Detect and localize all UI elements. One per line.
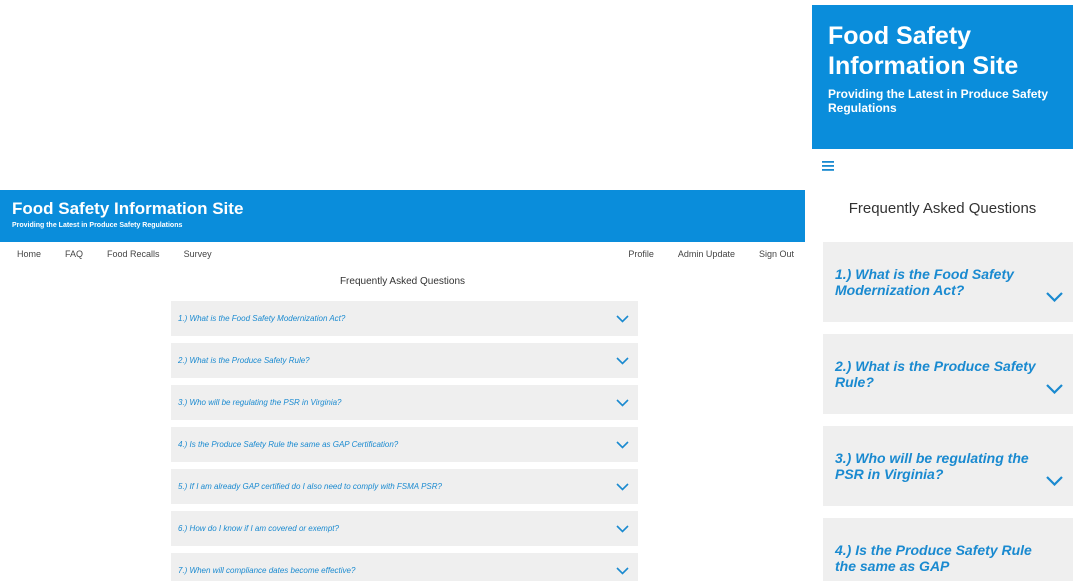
chevron-down-icon[interactable] (616, 525, 629, 533)
mobile-site-banner: Food Safety Information Site Providing t… (812, 5, 1073, 149)
faq-item[interactable]: 4.) Is the Produce Safety Rule the same … (171, 427, 638, 462)
faq-question: 6.) How do I know if I am covered or exe… (178, 524, 339, 533)
mobile-site-subtitle: Providing the Latest in Produce Safety R… (828, 87, 1049, 115)
site-subtitle: Providing the Latest in Produce Safety R… (12, 222, 183, 229)
mobile-faq-question: 3.) Who will be regulating the PSR in Vi… (835, 450, 1029, 482)
faq-item[interactable]: 1.) What is the Food Safety Modernizatio… (171, 301, 638, 336)
faq-item[interactable]: 2.) What is the Produce Safety Rule? (171, 343, 638, 378)
faq-question: 3.) Who will be regulating the PSR in Vi… (178, 398, 342, 407)
faq-question: 1.) What is the Food Safety Modernizatio… (178, 314, 346, 323)
faq-item[interactable]: 5.) If I am already GAP certified do I a… (171, 469, 638, 504)
faq-question: 5.) If I am already GAP certified do I a… (178, 482, 442, 491)
mobile-faq-item[interactable]: 2.) What is the Produce Safety Rule? (823, 334, 1073, 414)
chevron-down-icon[interactable] (1046, 476, 1063, 486)
page-title: Frequently Asked Questions (339, 276, 466, 287)
chevron-down-icon[interactable] (616, 483, 629, 491)
faq-item[interactable]: 6.) How do I know if I am covered or exe… (171, 511, 638, 546)
chevron-down-icon[interactable] (616, 441, 629, 449)
nav-sign-out-link[interactable]: Sign Out (759, 249, 794, 259)
nav-home-link[interactable]: Home (17, 249, 41, 259)
site-banner: Food Safety Information Site Providing t… (0, 190, 805, 242)
mobile-faq-item[interactable]: 1.) What is the Food Safety Modernizatio… (823, 242, 1073, 322)
desktop-view: Food Safety Information Site Providing t… (0, 190, 805, 581)
chevron-down-icon[interactable] (616, 399, 629, 407)
site-title: Food Safety Information Site (12, 199, 244, 218)
mobile-faq-question: 4.) Is the Produce Safety Rule the same … (835, 542, 1032, 574)
chevron-down-icon[interactable] (616, 357, 629, 365)
mobile-faq-item[interactable]: 3.) Who will be regulating the PSR in Vi… (823, 426, 1073, 506)
nav-left: Home FAQ Food Recalls Survey (17, 249, 236, 259)
faq-item[interactable]: 7.) When will compliance dates become ef… (171, 553, 638, 581)
mobile-site-title: Food Safety Information Site (828, 22, 1019, 80)
faq-item[interactable]: 3.) Who will be regulating the PSR in Vi… (171, 385, 638, 420)
mobile-faq-question: 2.) What is the Produce Safety Rule? (835, 358, 1036, 390)
mobile-faq-item[interactable]: 4.) Is the Produce Safety Rule the same … (823, 518, 1073, 581)
mobile-faq-question: 1.) What is the Food Safety Modernizatio… (835, 266, 1014, 298)
chevron-down-icon[interactable] (616, 315, 629, 323)
nav-bar: Home FAQ Food Recalls Survey Profile Adm… (0, 242, 805, 264)
chevron-down-icon[interactable] (1046, 384, 1063, 394)
nav-admin-update-link[interactable]: Admin Update (678, 249, 735, 259)
mobile-faq-list: 1.) What is the Food Safety Modernizatio… (823, 242, 1073, 581)
faq-question: 4.) Is the Produce Safety Rule the same … (178, 440, 399, 449)
mobile-page-title: Frequently Asked Questions (848, 200, 1037, 217)
mobile-view: Food Safety Information Site Providing t… (812, 5, 1073, 581)
chevron-down-icon[interactable] (616, 567, 629, 575)
nav-faq-link[interactable]: FAQ (65, 249, 83, 259)
nav-food-recalls-link[interactable]: Food Recalls (107, 249, 160, 259)
chevron-down-icon[interactable] (1046, 292, 1063, 302)
nav-profile-link[interactable]: Profile (628, 249, 654, 259)
nav-right: Profile Admin Update Sign Out (604, 249, 794, 259)
hamburger-menu-icon[interactable] (822, 161, 834, 171)
faq-list: 1.) What is the Food Safety Modernizatio… (171, 301, 638, 581)
faq-question: 2.) What is the Produce Safety Rule? (178, 356, 310, 365)
nav-survey-link[interactable]: Survey (184, 249, 212, 259)
faq-question: 7.) When will compliance dates become ef… (178, 566, 356, 575)
